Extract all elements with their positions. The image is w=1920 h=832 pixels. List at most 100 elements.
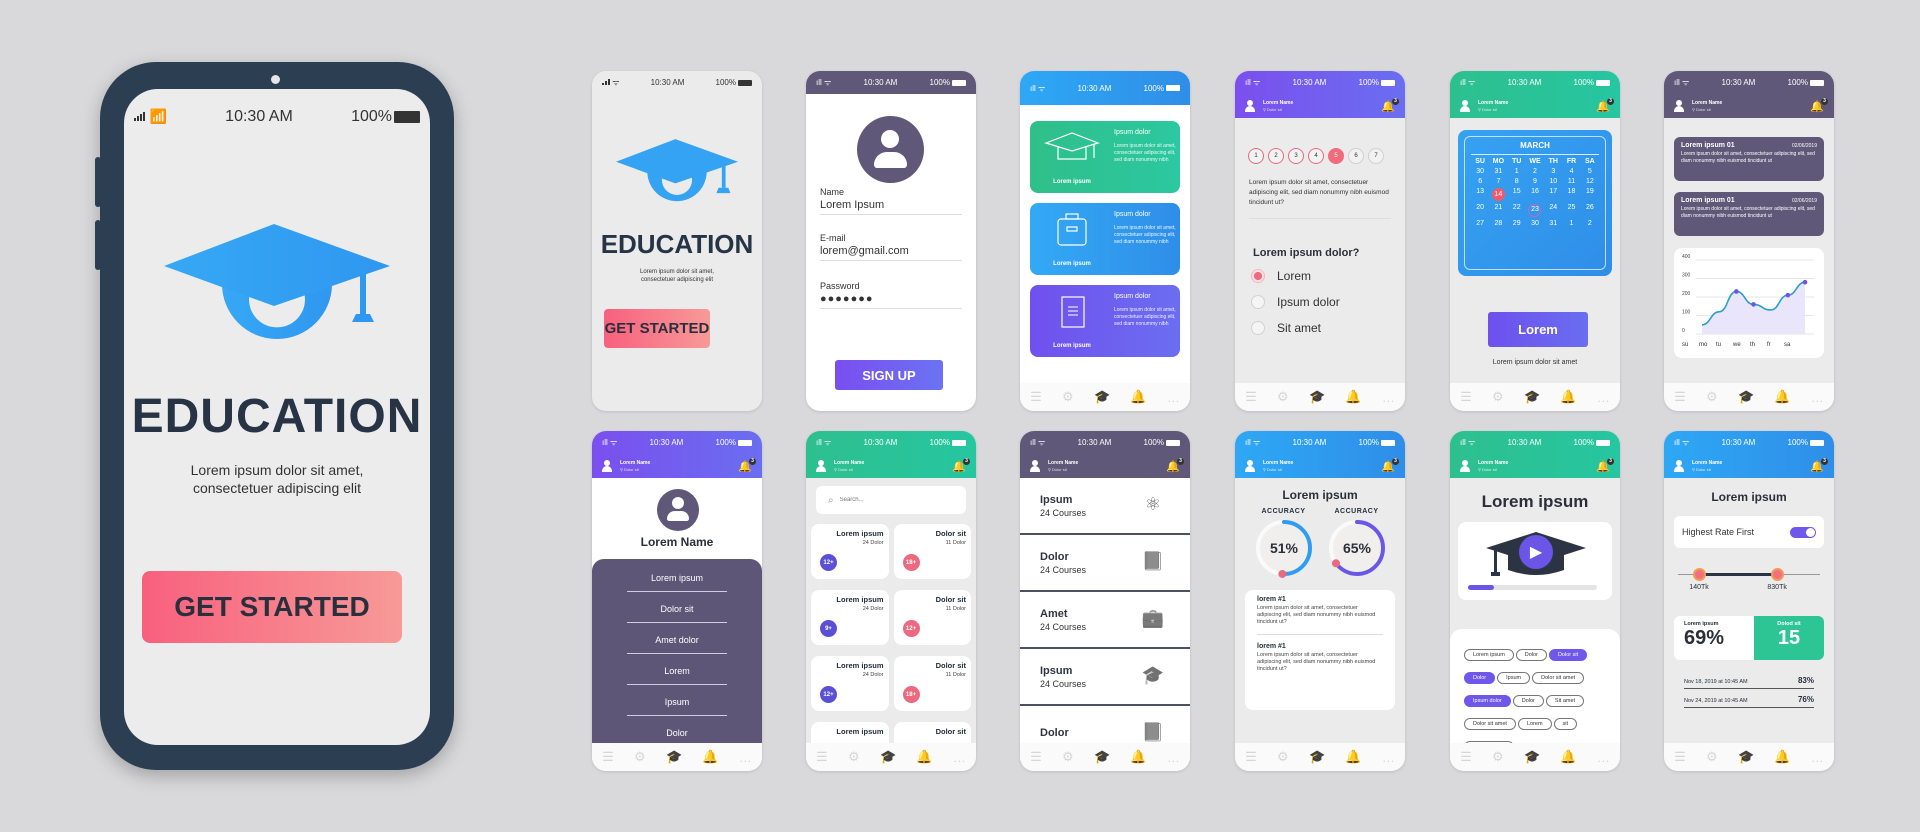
calendar-day[interactable]: 13 <box>1471 188 1489 201</box>
tag-chip[interactable]: Ipsum <box>1497 672 1531 684</box>
calendar-day[interactable]: 27 <box>1471 220 1489 227</box>
gear-icon[interactable]: ⚙ <box>848 749 860 765</box>
graduation-cap-icon[interactable]: 🎓 <box>1524 389 1540 405</box>
notification-bell-icon[interactable]: 🔔 3 <box>1381 97 1399 113</box>
calendar-day[interactable]: 8 <box>1508 178 1526 185</box>
more-icon[interactable]: … <box>1382 750 1395 765</box>
profile-avatar[interactable] <box>657 489 699 531</box>
radio-selected-icon[interactable] <box>1251 269 1265 283</box>
layers-icon[interactable]: ☰ <box>1460 749 1472 765</box>
calendar-day[interactable]: 5 <box>1581 168 1599 175</box>
more-icon[interactable]: … <box>1167 750 1180 765</box>
notification-bell-icon[interactable]: 🔔 3 <box>1596 97 1614 113</box>
calendar-day[interactable]: 29 <box>1508 220 1526 227</box>
course-card[interactable]: Dolor sit 11 Dolor 12+ <box>893 590 971 645</box>
notification-bell-icon[interactable]: 🔔 3 <box>1596 457 1614 473</box>
step-7[interactable]: 7 <box>1368 148 1384 164</box>
course-row[interactable]: Ipsum 24 Courses 🎓 <box>1020 649 1190 706</box>
more-icon[interactable]: … <box>739 750 752 765</box>
calendar-day[interactable]: 7 <box>1489 178 1507 185</box>
data-point[interactable] <box>1785 292 1791 298</box>
more-icon[interactable]: … <box>1811 390 1824 405</box>
calendar-day[interactable]: 25 <box>1562 204 1580 217</box>
name-field[interactable]: Name Lorem Ipsum <box>806 187 976 215</box>
layers-icon[interactable]: ☰ <box>1245 749 1257 765</box>
bell-icon[interactable]: 🔔 <box>1130 749 1146 765</box>
graduation-cap-icon[interactable]: 🎓 <box>666 749 682 765</box>
tag-chip[interactable]: Sit amet <box>1545 695 1585 707</box>
bell-icon[interactable]: 🔔 <box>1560 389 1576 405</box>
step-4[interactable]: 4 <box>1308 148 1324 164</box>
calendar-day[interactable]: 31 <box>1544 220 1562 227</box>
calendar-day[interactable]: 3 <box>1544 168 1562 175</box>
calendar-day[interactable]: 18 <box>1562 188 1580 201</box>
more-icon[interactable]: … <box>1597 750 1610 765</box>
slider-max-handle[interactable] <box>1771 568 1785 581</box>
course-card[interactable]: Dolor sit 11 Dolor 18+ <box>893 524 971 579</box>
layers-icon[interactable]: ☰ <box>1460 389 1472 405</box>
calendar-day[interactable]: 19 <box>1581 188 1599 201</box>
layers-icon[interactable]: ☰ <box>816 749 828 765</box>
calendar-day[interactable]: 1 <box>1562 220 1580 227</box>
layers-icon[interactable]: ☰ <box>1030 389 1042 405</box>
bell-icon[interactable]: 🔔 <box>1130 389 1146 405</box>
calendar-day[interactable]: 22 <box>1508 204 1526 217</box>
calendar-day[interactable]: 2 <box>1581 220 1599 227</box>
get-started-button[interactable]: GET STARTED <box>604 309 710 348</box>
graduation-cap-icon[interactable]: 🎓 <box>1094 749 1110 765</box>
category-card[interactable]: Ipsum dolor Lorem ipsum dolor sit amet, … <box>1030 285 1180 357</box>
calendar-day[interactable]: 1 <box>1508 168 1526 175</box>
news-card[interactable]: Lorem ipsum 01 02/06/2019 Lorem ipsum dolo… <box>1674 137 1824 181</box>
gear-icon[interactable]: ⚙ <box>1277 749 1289 765</box>
calendar-day[interactable]: 10 <box>1544 178 1562 185</box>
user-avatar-icon[interactable] <box>1460 460 1470 472</box>
lorem-button[interactable]: Lorem <box>1488 312 1588 347</box>
calendar-day[interactable]: 4 <box>1562 168 1580 175</box>
calendar-day[interactable]: 6 <box>1471 178 1489 185</box>
bell-icon[interactable]: 🔔 <box>1774 749 1790 765</box>
calendar-day[interactable]: 9 <box>1526 178 1544 185</box>
tag-chip[interactable]: Dolor <box>1464 672 1496 684</box>
layers-icon[interactable]: ☰ <box>1030 749 1042 765</box>
user-avatar-icon[interactable] <box>1460 100 1470 112</box>
layers-icon[interactable]: ☰ <box>1674 749 1686 765</box>
gear-icon[interactable]: ⚙ <box>1706 749 1718 765</box>
tag-chip[interactable]: Dolor sit <box>1548 649 1588 661</box>
category-card[interactable]: Ipsum dolor Lorem ipsum dolor sit amet, … <box>1030 203 1180 275</box>
user-avatar-icon[interactable] <box>1030 460 1040 472</box>
password-input[interactable]: ●●●●●●● <box>820 293 962 309</box>
password-field[interactable]: Password ●●●●●●● <box>806 281 976 309</box>
option-sit-amet[interactable]: Sit amet <box>1251 321 1405 335</box>
bell-icon[interactable]: 🔔 <box>916 749 932 765</box>
graduation-cap-icon[interactable]: 🎓 <box>1094 389 1110 405</box>
bell-icon[interactable]: 🔔 <box>1774 389 1790 405</box>
bell-icon[interactable]: 🔔 <box>1345 389 1361 405</box>
notification-bell-icon[interactable]: 🔔 3 <box>1810 457 1828 473</box>
gear-icon[interactable]: ⚙ <box>1492 389 1504 405</box>
play-icon[interactable]: ▶ <box>1519 535 1553 569</box>
calendar-day[interactable]: 24 <box>1544 204 1562 217</box>
user-avatar-icon[interactable] <box>602 460 612 472</box>
avatar[interactable] <box>857 116 924 183</box>
more-icon[interactable]: … <box>1382 390 1395 405</box>
step-5[interactable]: 5 <box>1328 148 1344 164</box>
calendar-day[interactable]: 21 <box>1489 204 1507 217</box>
slider-min-handle[interactable] <box>1693 568 1707 581</box>
calendar-day[interactable]: 30 <box>1526 220 1544 227</box>
graduation-cap-icon[interactable]: 🎓 <box>1309 389 1325 405</box>
news-card[interactable]: Lorem ipsum 01 02/06/2019 Lorem ipsum dolo… <box>1674 192 1824 236</box>
user-avatar-icon[interactable] <box>816 460 826 472</box>
calendar-day[interactable]: 14 <box>1491 188 1505 201</box>
graduation-cap-icon[interactable]: 🎓 <box>1738 749 1754 765</box>
tag-chip[interactable]: Dolor <box>1512 695 1544 707</box>
tag-chip[interactable]: Dolor <box>1515 649 1547 661</box>
calendar-day[interactable]: 16 <box>1526 188 1544 201</box>
tag-chip[interactable]: Ipsum dolor <box>1464 695 1511 707</box>
history-row[interactable]: Nov 24, 2019 at 10:45 AM 76% <box>1684 695 1814 708</box>
notification-bell-icon[interactable]: 🔔 3 <box>738 457 756 473</box>
calendar-day[interactable]: 12 <box>1581 178 1599 185</box>
gear-icon[interactable]: ⚙ <box>634 749 646 765</box>
user-avatar-icon[interactable] <box>1674 100 1684 112</box>
tag-chip[interactable]: Lorem ipsum <box>1464 649 1514 661</box>
calendar-day[interactable]: 15 <box>1508 188 1526 201</box>
